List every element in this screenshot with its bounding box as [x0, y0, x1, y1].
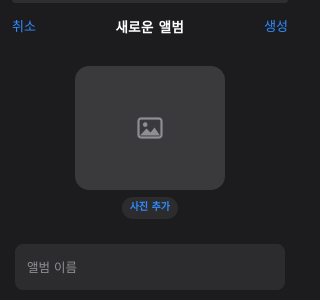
add-photo-button[interactable]: 사진 추가 [122, 197, 178, 219]
photo-icon [137, 117, 163, 139]
navigation-bar: 취소 새로운 앨범 생성 [0, 0, 300, 56]
album-cover-placeholder[interactable] [75, 66, 225, 190]
album-name-input[interactable] [15, 244, 285, 290]
page-title: 새로운 앨범 [115, 20, 185, 36]
create-button[interactable]: 생성 [264, 19, 288, 37]
